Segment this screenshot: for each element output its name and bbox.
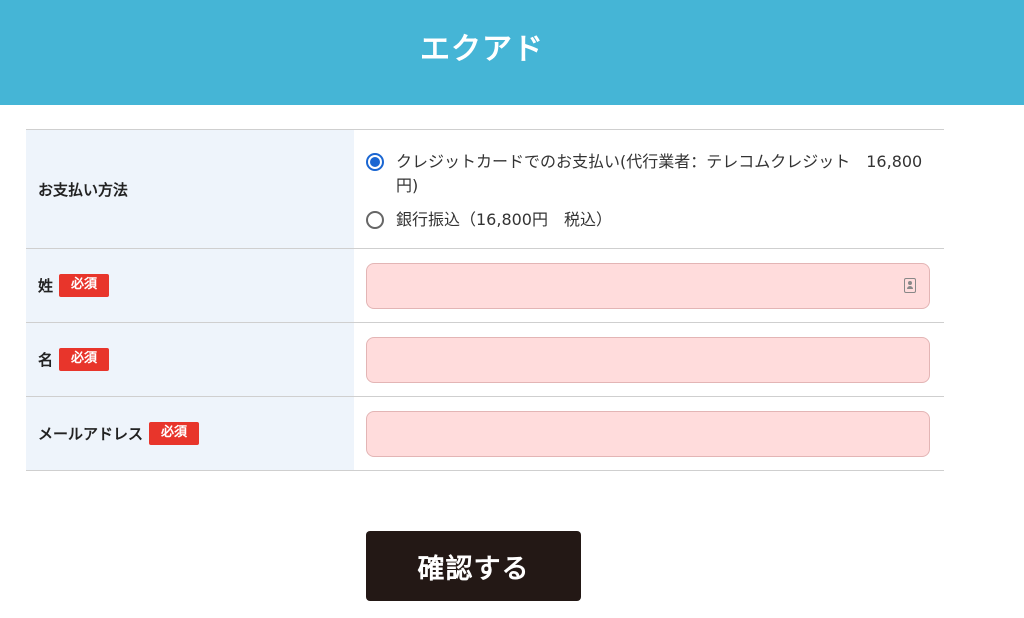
required-badge: 必須 (59, 274, 110, 297)
first-name-label: 名 (38, 351, 54, 369)
email-label-cell: メールアドレス 必須 (26, 397, 354, 470)
payment-method-row: お支払い方法 クレジットカードでのお支払い(代行業者：テレコムクレジット 16,… (26, 130, 944, 249)
radio-credit-card[interactable] (366, 153, 384, 171)
required-badge: 必須 (59, 348, 110, 371)
first-name-label-cell: 名 必須 (26, 323, 354, 396)
order-form: お支払い方法 クレジットカードでのお支払い(代行業者：テレコムクレジット 16,… (26, 129, 944, 471)
required-badge: 必須 (149, 422, 200, 445)
last-name-row: 姓 必須 (26, 249, 944, 323)
last-name-input[interactable] (366, 262, 930, 309)
radio-bank-transfer[interactable] (366, 211, 384, 229)
first-name-input[interactable] (366, 336, 930, 383)
page-header: エクアド (0, 0, 1024, 105)
email-input-wrap (366, 410, 930, 457)
payment-method-label: お支払い方法 (26, 130, 354, 248)
last-name-input-wrap (366, 262, 930, 309)
payment-option-credit-card-label: クレジットカードでのお支払い(代行業者：テレコムクレジット 16,800円) (396, 152, 923, 195)
payment-option-bank-transfer[interactable]: 銀行振込（16,800円 税込） (366, 208, 930, 232)
email-row: メールアドレス 必須 (26, 397, 944, 471)
payment-method-options: クレジットカードでのお支払い(代行業者：テレコムクレジット 16,800円) 銀… (354, 130, 944, 248)
first-name-input-wrap (366, 336, 930, 383)
email-input[interactable] (366, 410, 930, 457)
last-name-label: 姓 (38, 277, 54, 295)
email-value-cell (354, 397, 944, 470)
contact-card-icon[interactable] (904, 277, 916, 293)
email-label: メールアドレス (38, 425, 144, 443)
payment-radio-group: クレジットカードでのお支払い(代行業者：テレコムクレジット 16,800円) 銀… (366, 146, 930, 232)
payment-option-credit-card[interactable]: クレジットカードでのお支払い(代行業者：テレコムクレジット 16,800円) (366, 150, 930, 198)
first-name-value-cell (354, 323, 944, 396)
first-name-row: 名 必須 (26, 323, 944, 397)
payment-option-bank-transfer-label: 銀行振込（16,800円 税込） (396, 210, 612, 229)
confirm-button[interactable]: 確認する (366, 531, 581, 601)
last-name-value-cell (354, 249, 944, 322)
site-title: エクアド (420, 31, 544, 67)
last-name-label-cell: 姓 必須 (26, 249, 354, 322)
